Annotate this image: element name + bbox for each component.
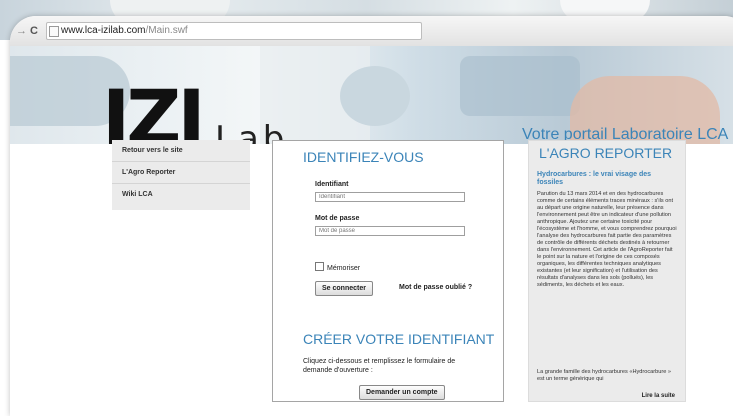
- address-bar[interactable]: www.lca-izilab.com/Main.swf: [46, 22, 422, 40]
- banner-photo-shape: [460, 56, 580, 116]
- sidebar-nav: Retour vers le site L'Agro Reporter Wiki…: [112, 140, 250, 210]
- create-account-text: Cliquez ci-dessous et remplissez le form…: [303, 358, 456, 374]
- page-icon: [49, 26, 59, 37]
- identifier-input[interactable]: [315, 192, 465, 202]
- url-domain: www.lca-izilab.com: [61, 25, 146, 36]
- password-label: Mot de passe: [315, 215, 360, 222]
- sidebar-item-wiki[interactable]: Wiki LCA: [112, 184, 250, 205]
- url-path: /Main.swf: [145, 25, 188, 36]
- login-panel: IDENTIFIEZ-VOUS Identifiant Mot de passe…: [272, 140, 504, 402]
- identifier-label: Identifiant: [315, 181, 349, 188]
- create-account-title: CRÉER VOTRE IDENTIFIANT: [303, 331, 495, 347]
- reload-icon[interactable]: C: [30, 24, 38, 38]
- article-body: Parution du 13 mars 2014 et en des hydro…: [537, 191, 677, 288]
- header-banner: IZI Lab Votre portail Laboratoire LCA: [10, 46, 733, 144]
- connect-button[interactable]: Se connecter: [315, 281, 373, 296]
- remember-row[interactable]: Mémoriser: [315, 262, 360, 272]
- forgot-password-link[interactable]: Mot de passe oublié ?: [399, 284, 472, 291]
- article-headline[interactable]: Hydrocarbures : le vrai visage des fossi…: [537, 171, 677, 187]
- request-account-button[interactable]: Demander un compte: [359, 385, 445, 400]
- password-input[interactable]: [315, 226, 465, 236]
- sidebar-item-retour[interactable]: Retour vers le site: [112, 140, 250, 162]
- agro-reporter-panel: L'AGRO REPORTER Hydrocarbures : le vrai …: [528, 140, 686, 402]
- remember-checkbox[interactable]: [315, 262, 324, 271]
- banner-photo-shape: [340, 66, 410, 126]
- read-more-link[interactable]: Lire la suite: [642, 393, 675, 399]
- forward-arrow-icon[interactable]: →: [16, 24, 27, 38]
- article-excerpt: La grande famille des hydrocarbures «Hyd…: [537, 369, 672, 382]
- agro-reporter-title: L'AGRO REPORTER: [539, 145, 673, 161]
- remember-label: Mémoriser: [327, 265, 361, 272]
- logo-main: IZI: [102, 73, 206, 145]
- browser-toolbar: → C www.lca-izilab.com/Main.swf: [10, 16, 733, 47]
- login-title: IDENTIFIEZ-VOUS: [303, 149, 424, 165]
- sidebar-item-agro-reporter[interactable]: L'Agro Reporter: [112, 162, 250, 184]
